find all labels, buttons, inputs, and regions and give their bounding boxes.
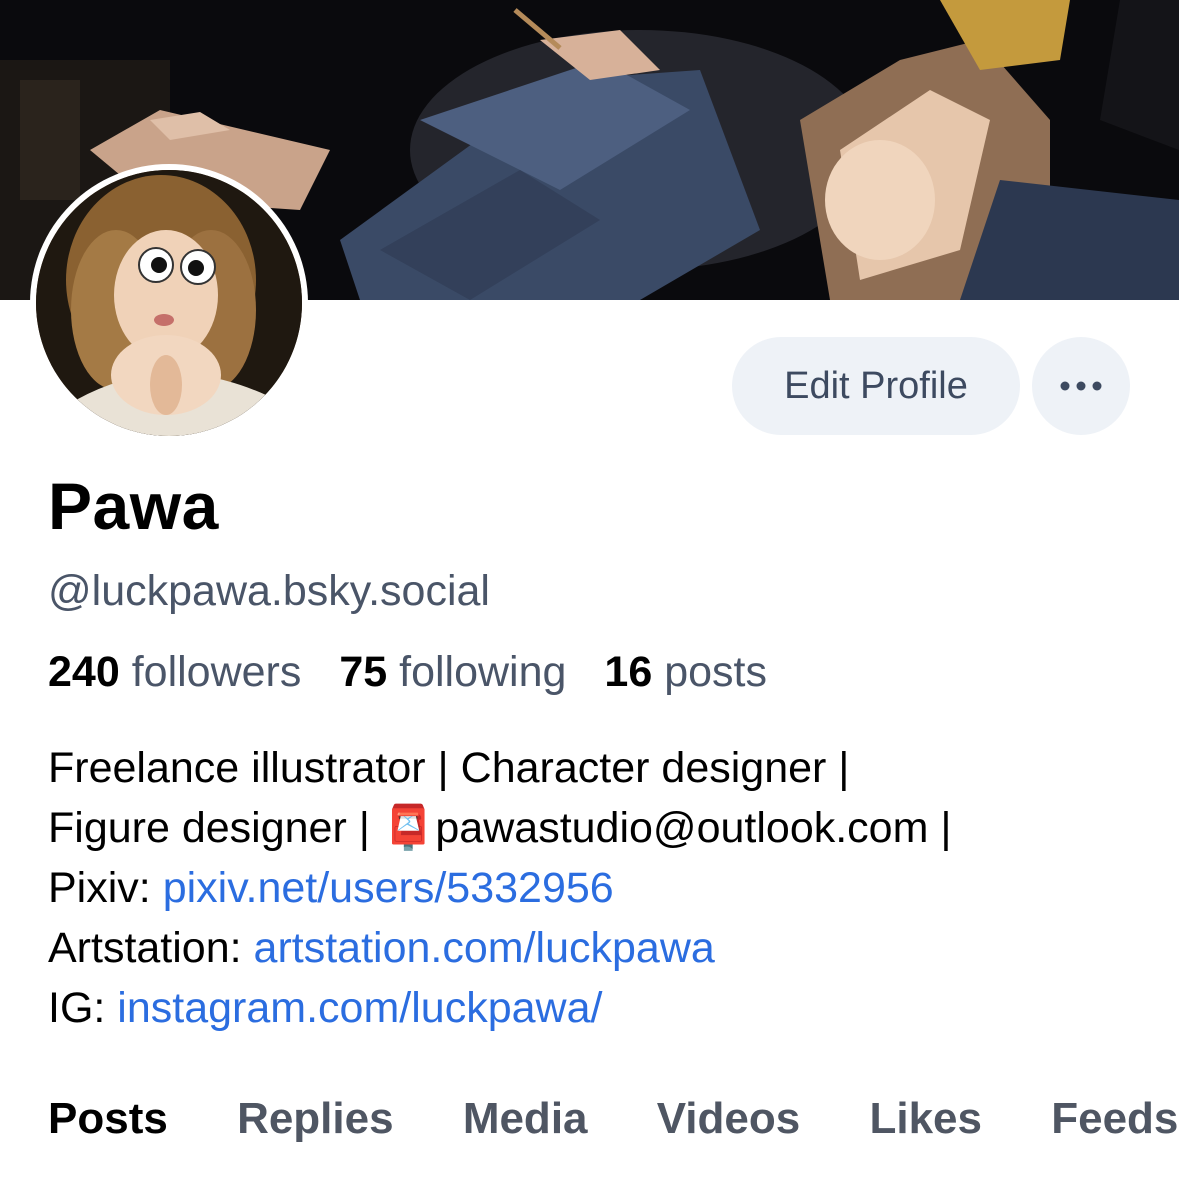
tab-feeds[interactable]: Feeds: [1051, 1094, 1178, 1143]
instagram-link[interactable]: instagram.com/luckpawa/: [117, 984, 602, 1032]
artstation-label: Artstation:: [48, 924, 254, 972]
followers-count: 240: [48, 648, 120, 696]
user-handle: @luckpawa.bsky.social: [48, 567, 490, 615]
tab-replies[interactable]: Replies: [237, 1094, 394, 1143]
avatar-image: [36, 170, 302, 436]
more-horizontal-icon: [1060, 381, 1102, 391]
profile-tabs: Posts Replies Media Videos Likes Feeds: [48, 1094, 1178, 1144]
tab-likes[interactable]: Likes: [869, 1094, 982, 1143]
bio-line-pixiv: Pixiv: pixiv.net/users/5332956: [48, 858, 1158, 918]
pixiv-label: Pixiv:: [48, 864, 163, 912]
display-name: Pawa: [48, 469, 219, 543]
posts-label: posts: [664, 648, 767, 696]
avatar[interactable]: [30, 164, 308, 442]
bio-line-contact: Figure designer | 📮pawastudio@outlook.co…: [48, 798, 1158, 858]
pixiv-link[interactable]: pixiv.net/users/5332956: [163, 864, 614, 912]
bio-line-roles: Freelance illustrator | Character design…: [48, 744, 850, 792]
followers-stat[interactable]: 240 followers: [48, 648, 301, 696]
artstation-link[interactable]: artstation.com/luckpawa: [254, 924, 715, 972]
profile-stats: 240 followers 75 following 16 posts: [48, 648, 793, 697]
following-count: 75: [339, 648, 388, 696]
postbox-emoji-icon: 📮: [381, 804, 436, 852]
bio-line-artstation: Artstation: artstation.com/luckpawa: [48, 918, 1158, 978]
bio-email: pawastudio@outlook.com |: [435, 804, 952, 852]
avatar-illustration: [36, 170, 302, 436]
ig-label: IG:: [48, 984, 118, 1032]
profile-bio: Freelance illustrator | Character design…: [48, 738, 1158, 1038]
following-stat[interactable]: 75 following: [339, 648, 566, 696]
posts-stat: 16 posts: [604, 648, 767, 696]
edit-profile-button[interactable]: Edit Profile: [732, 337, 1020, 435]
following-label: following: [399, 648, 567, 696]
tab-media[interactable]: Media: [463, 1094, 588, 1143]
bio-roles-continued: Figure designer |: [48, 804, 382, 852]
bio-line-ig: IG: instagram.com/luckpawa/: [48, 978, 1158, 1038]
tab-posts[interactable]: Posts: [48, 1094, 168, 1143]
posts-count: 16: [604, 648, 653, 696]
followers-label: followers: [131, 648, 302, 696]
tab-videos[interactable]: Videos: [657, 1094, 800, 1143]
more-options-button[interactable]: [1032, 337, 1130, 435]
